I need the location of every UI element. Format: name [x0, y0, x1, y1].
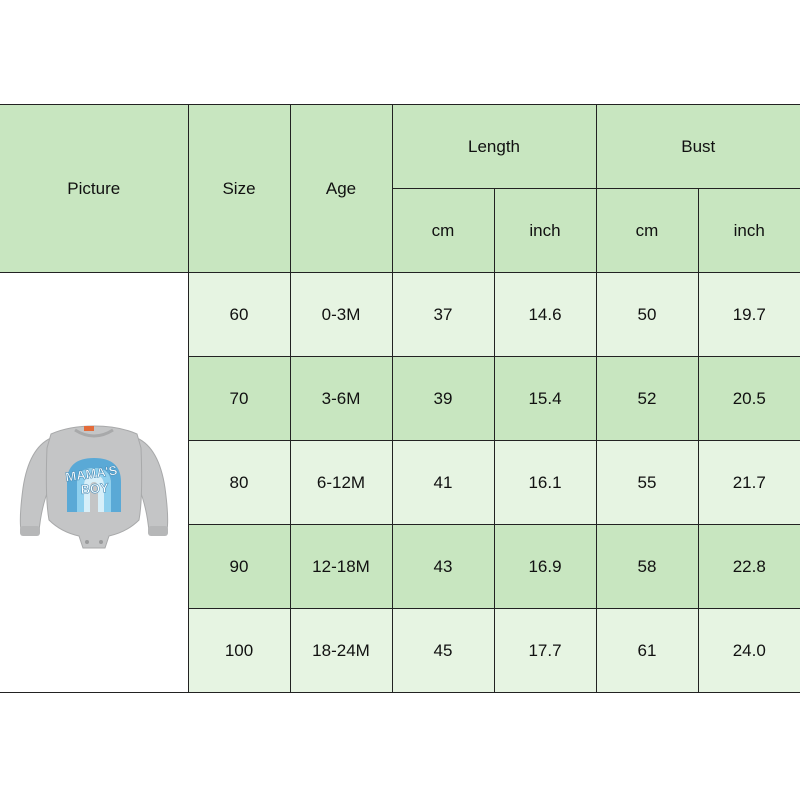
header-bust-cm: cm: [595, 188, 699, 273]
cell-length-cm: 43: [391, 524, 495, 609]
cell-length-cm: 39: [391, 356, 495, 441]
product-picture-cell: MAMA'S BOY: [0, 272, 189, 693]
cell-length-inch: 14.6: [493, 272, 597, 357]
cell-age: 18-24M: [289, 608, 393, 693]
header-length-cm: cm: [392, 188, 495, 273]
cell-length-inch: 15.4: [493, 356, 597, 441]
cell-bust-inch: 24.0: [697, 608, 800, 693]
cell-length-inch: 16.9: [493, 524, 597, 609]
cell-bust-cm: 61: [595, 608, 699, 693]
cell-size: 90: [188, 524, 291, 609]
header-length: Length: [391, 104, 597, 189]
product-photo: MAMA'S BOY: [19, 424, 168, 548]
cell-length-cm: 41: [391, 440, 495, 525]
cell-bust-cm: 50: [595, 272, 699, 357]
cell-length-inch: 16.1: [493, 440, 597, 525]
cell-bust-inch: 20.5: [697, 356, 800, 441]
cell-length-cm: 45: [391, 608, 495, 693]
cell-length-inch: 17.7: [493, 608, 597, 693]
table-row: MAMA'S BOY 60 0-3M 37 14.6 50 19.7: [0, 272, 800, 693]
header-bust-inch: inch: [697, 188, 800, 273]
cell-bust-cm: 52: [595, 356, 699, 441]
cell-bust-inch: 21.7: [697, 440, 800, 525]
cell-age: 6-12M: [289, 440, 393, 525]
cell-bust-cm: 55: [595, 440, 699, 525]
header-picture: Picture: [0, 104, 189, 273]
cell-size: 70: [188, 356, 291, 441]
print-text-line2: BOY: [80, 480, 109, 497]
cell-size: 60: [187, 272, 291, 357]
cell-age: 0-3M: [289, 272, 393, 357]
cell-bust-inch: 19.7: [697, 272, 800, 357]
size-chart-table: Picture Size Age Length Bust cm inch cm …: [0, 104, 800, 693]
cell-bust-cm: 58: [595, 524, 699, 609]
cell-size: 80: [188, 440, 291, 525]
header-bust: Bust: [595, 104, 800, 189]
cell-length-cm: 37: [391, 272, 495, 357]
cell-size: 100: [188, 608, 291, 693]
cell-age: 3-6M: [289, 356, 393, 441]
cell-bust-inch: 22.8: [697, 524, 800, 609]
header-length-inch: inch: [493, 188, 597, 273]
header-size: Size: [187, 104, 291, 273]
cell-age: 12-18M: [289, 524, 393, 609]
header-age: Age: [289, 104, 393, 273]
